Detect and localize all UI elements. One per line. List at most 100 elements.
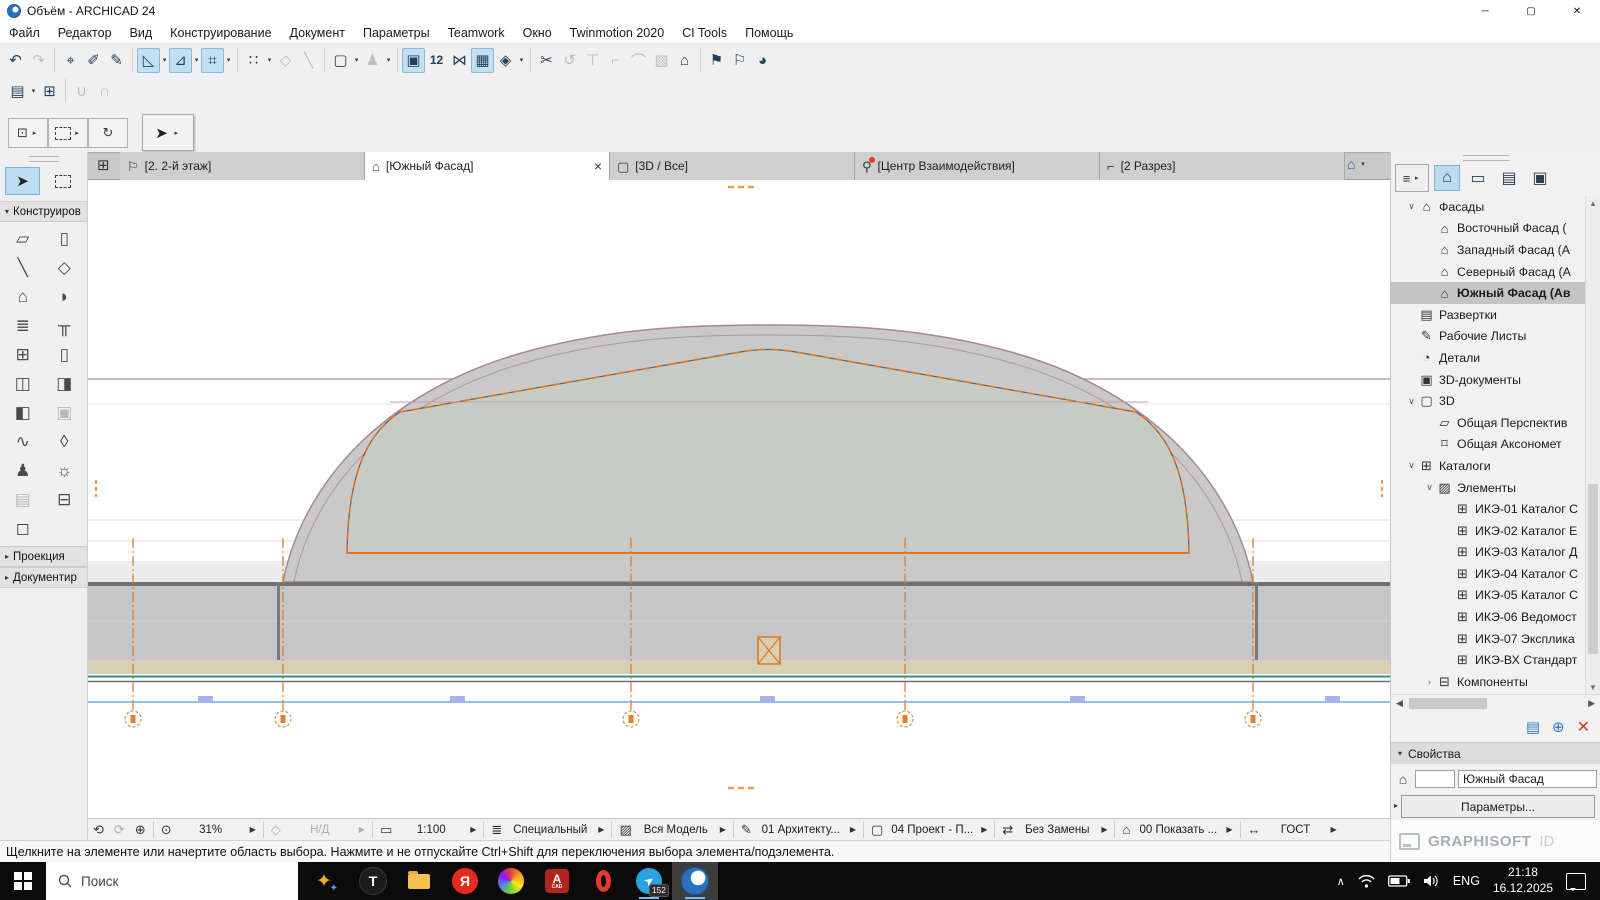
zoom-in-icon[interactable]: ⊕ bbox=[130, 822, 151, 838]
flag-list-icon[interactable]: ⚐ bbox=[728, 48, 751, 73]
grid-snap-icon[interactable]: ∷ bbox=[242, 48, 265, 73]
tree-item-ike-02[interactable]: ⊞ИКЭ-02 Каталог Е bbox=[1391, 520, 1600, 542]
taskbar-autocad[interactable]: ACAD bbox=[534, 862, 580, 900]
arrow-cursor-button[interactable]: ➤▸ bbox=[142, 114, 194, 151]
wall-tool[interactable]: ▱ bbox=[2, 225, 44, 253]
taskbar-file-explorer[interactable] bbox=[396, 862, 442, 900]
element-settings-dropdown[interactable]: ▾ bbox=[29, 87, 38, 95]
grid-snap-dropdown[interactable]: ▾ bbox=[265, 56, 274, 64]
tree-item-perspective[interactable]: ▱Общая Перспектив bbox=[1391, 412, 1600, 434]
publisher-sets-button[interactable]: ▣ bbox=[1527, 165, 1553, 191]
menu-window[interactable]: Окно bbox=[514, 26, 561, 40]
tab-3d-all[interactable]: ▢ [3D / Все] bbox=[610, 152, 855, 180]
dimension-standard-value[interactable]: ГОСТ bbox=[1266, 824, 1326, 836]
orientation-icon[interactable]: ◇ bbox=[266, 822, 286, 838]
clone-settings-icon[interactable]: ▤ bbox=[1526, 718, 1540, 736]
model-filter-value[interactable]: Вся Модель bbox=[637, 824, 715, 836]
tree-item-ike-vh[interactable]: ⊞ИКЭ-ВХ Стандарт bbox=[1391, 649, 1600, 671]
taskbar-archicad[interactable] bbox=[672, 862, 718, 900]
tab-interaction-center[interactable]: ⚲ [Центр Взаимодействия] bbox=[855, 152, 1100, 180]
tab-section-2[interactable]: ⌐ [2 Разрез] bbox=[1100, 152, 1345, 180]
arrow-select-tool[interactable]: ➤ bbox=[5, 167, 40, 195]
redo-icon[interactable]: ↷ bbox=[27, 48, 50, 73]
notification-center-icon[interactable] bbox=[1566, 873, 1586, 890]
mesh-tool[interactable]: ∿ bbox=[2, 428, 44, 456]
scroll-right-icon[interactable]: ▶ bbox=[1588, 698, 1595, 709]
project-chooser-button[interactable]: ≡▸ bbox=[1395, 164, 1429, 192]
curtain-tool[interactable]: ⊟ bbox=[44, 486, 86, 514]
tray-chevron-icon[interactable]: ∧ bbox=[1337, 875, 1345, 888]
menu-help[interactable]: Помощь bbox=[736, 26, 802, 40]
layers-icon[interactable]: ≣ bbox=[486, 822, 507, 838]
tree-item-3d-documents[interactable]: ▣3D-документы bbox=[1391, 369, 1600, 391]
pen-set-value[interactable]: 01 Архитекту... bbox=[757, 824, 845, 836]
graphic-override-menu[interactable]: ▶ bbox=[1221, 825, 1237, 834]
undo-icon[interactable]: ↶ bbox=[4, 48, 27, 73]
taskbar-paint-app[interactable] bbox=[488, 862, 534, 900]
volume-icon[interactable] bbox=[1423, 874, 1440, 888]
lamp-tool[interactable]: ☼ bbox=[44, 457, 86, 485]
toolbox-section-design[interactable]: ▾ Конструиров bbox=[0, 201, 87, 222]
tree-item-interior-elevations[interactable]: ▤Развертки bbox=[1391, 304, 1600, 326]
guide-lines-dropdown[interactable]: ▾ bbox=[160, 56, 169, 64]
toolbox-section-views[interactable]: ▸ Проекция bbox=[0, 546, 87, 567]
scroll-down-icon[interactable]: ▼ bbox=[1586, 680, 1600, 694]
marquee-area-button[interactable]: ▸ bbox=[48, 118, 88, 148]
rotated-grid-icon[interactable]: ◇ bbox=[274, 48, 297, 73]
tree-item-south-elevation[interactable]: ⌂Южный Фасад (Ав bbox=[1391, 282, 1600, 304]
hscrollbar-thumb[interactable] bbox=[1409, 698, 1487, 709]
quad-view-icon[interactable]: ⊞ bbox=[97, 156, 110, 174]
tree-item-ike-06[interactable]: ⊞ИКЭ-06 Ведомост bbox=[1391, 606, 1600, 628]
tree-item-ike-05[interactable]: ⊞ИКЭ-05 Каталог С bbox=[1391, 585, 1600, 607]
tree-item-ike-01[interactable]: ⊞ИКЭ-01 Каталог С bbox=[1391, 498, 1600, 520]
graphic-override-icon[interactable]: ⌂ bbox=[1117, 822, 1135, 837]
taskbar-clock[interactable]: 21:18 16.12.2025 bbox=[1493, 865, 1553, 896]
trim-icon[interactable]: ⌐ bbox=[604, 48, 627, 73]
taskbar-yandex-browser[interactable]: Я bbox=[442, 862, 488, 900]
menu-ci-tools[interactable]: CI Tools bbox=[673, 26, 736, 40]
search-select-icon[interactable]: ⌖ bbox=[59, 48, 82, 73]
scale-ruler-icon[interactable]: ▭ bbox=[375, 822, 397, 838]
curtain-wall-tool[interactable]: ⊞ bbox=[2, 341, 44, 369]
panel-tool[interactable]: ◻ bbox=[2, 515, 44, 543]
solid-operations-icon[interactable]: ◈ bbox=[494, 48, 517, 73]
slab-tool[interactable]: ◇ bbox=[44, 254, 86, 282]
tree-item-north-elevation[interactable]: ⌂Северный Фасад (А bbox=[1391, 261, 1600, 283]
intersections-icon[interactable]: ⋈ bbox=[448, 48, 471, 73]
roof-tool[interactable]: ⌂ bbox=[2, 283, 44, 311]
trace-reference-icon[interactable]: ▢ bbox=[329, 48, 352, 73]
renovation-menu[interactable]: ▶ bbox=[1096, 825, 1112, 834]
close-button[interactable]: ✕ bbox=[1554, 0, 1600, 22]
corner-window-tool[interactable]: ◧ bbox=[2, 399, 44, 427]
tree-item-details[interactable]: ◔Детали bbox=[1391, 347, 1600, 369]
menu-file[interactable]: Файл bbox=[0, 26, 49, 40]
start-button[interactable] bbox=[0, 862, 46, 900]
battery-icon[interactable] bbox=[1388, 875, 1410, 887]
menu-document[interactable]: Документ bbox=[281, 26, 354, 40]
tab-overflow-button[interactable]: ⌂▾ bbox=[1347, 156, 1367, 172]
coordinates-dropdown[interactable]: ▾ bbox=[224, 56, 233, 64]
layers-menu[interactable]: ▶ bbox=[593, 825, 609, 834]
fit-in-window-icon[interactable]: ⊙ bbox=[156, 822, 177, 838]
tree-horizontal-scrollbar[interactable]: ◀ ▶ bbox=[1391, 694, 1600, 712]
view-name-field[interactable]: Южный Фасад bbox=[1458, 770, 1597, 788]
inject-parameters-icon[interactable]: ✎ bbox=[105, 48, 128, 73]
wifi-icon[interactable] bbox=[1358, 874, 1375, 888]
close-navigator-icon[interactable]: ✕ bbox=[1577, 717, 1590, 737]
tab-close-icon[interactable]: × bbox=[588, 158, 602, 174]
properties-header[interactable]: ▾ Свойства bbox=[1391, 742, 1600, 764]
virtual-trace-dropdown[interactable]: ▾ bbox=[384, 56, 393, 64]
link-icon[interactable]: ∪ bbox=[70, 79, 93, 104]
panel-flyout-icon[interactable]: ▸ bbox=[1391, 801, 1401, 810]
palette-drag-handle[interactable] bbox=[29, 156, 59, 162]
window-tool[interactable]: ◫ bbox=[2, 370, 44, 398]
orientation-value[interactable]: Н/Д bbox=[286, 824, 354, 836]
taskbar-app-t[interactable]: T bbox=[350, 862, 396, 900]
fillet-icon[interactable]: ⌒ bbox=[627, 48, 650, 73]
taskbar-telegram[interactable]: ➤152 bbox=[626, 862, 672, 900]
zoom-level-menu[interactable]: ▶ bbox=[245, 825, 261, 834]
skylight-tool[interactable]: ◨ bbox=[44, 370, 86, 398]
view-id-field[interactable] bbox=[1415, 770, 1455, 788]
tree-item-elements-folder[interactable]: ∨▨Элементы bbox=[1391, 477, 1600, 499]
toolbox-section-document[interactable]: ▸ Документир bbox=[0, 567, 87, 588]
